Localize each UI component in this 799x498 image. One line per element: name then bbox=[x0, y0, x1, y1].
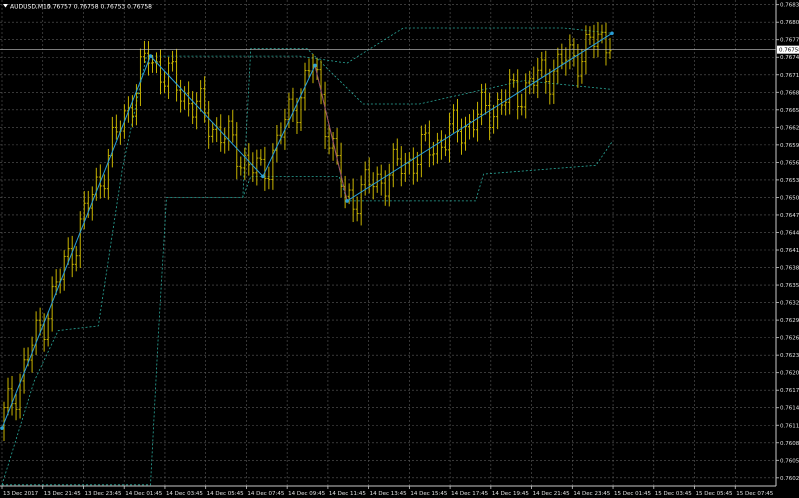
price-tick-label: 0.76205 bbox=[780, 371, 799, 377]
time-tick-label: 14 Dec 09:45 bbox=[288, 491, 325, 497]
price-tick-label: 0.76625 bbox=[780, 125, 799, 131]
time-tick-label: 14 Dec 23:45 bbox=[573, 491, 610, 497]
chart-title: AUDUSD,M15 0.76757 0.76758 0.76753 0.767… bbox=[3, 4, 152, 11]
price-tick-label: 0.76295 bbox=[780, 318, 799, 324]
price-tick-label: 0.76085 bbox=[780, 441, 799, 447]
price-tick-label: 0.76325 bbox=[780, 301, 799, 307]
time-tick-label: 14 Dec 05:45 bbox=[207, 491, 244, 497]
price-tick-label: 0.76835 bbox=[780, 3, 799, 9]
current-price-value: 0.76758 bbox=[779, 48, 799, 54]
chart-background bbox=[0, 0, 799, 498]
price-tick-label: 0.76115 bbox=[780, 423, 799, 429]
price-tick-label: 0.76565 bbox=[780, 160, 799, 166]
price-tick-label: 0.76775 bbox=[780, 38, 799, 44]
time-tick-label: 14 Dec 11:45 bbox=[329, 491, 366, 497]
price-tick-label: 0.76595 bbox=[780, 143, 799, 149]
price-tick-label: 0.76715 bbox=[780, 73, 799, 79]
zigzag-pivot-point bbox=[345, 199, 349, 203]
zigzag-pivot-point bbox=[313, 63, 317, 68]
price-tick-label: 0.76055 bbox=[780, 458, 799, 464]
price-tick-label: 0.76265 bbox=[780, 336, 799, 342]
zigzag-pivot-point bbox=[148, 54, 153, 58]
time-tick-label: 15 Dec 03:45 bbox=[655, 491, 692, 497]
price-tick-label: 0.76505 bbox=[780, 195, 799, 201]
price-tick-label: 0.76415 bbox=[780, 248, 799, 254]
time-tick-label: 14 Dec 03:45 bbox=[166, 491, 203, 497]
time-tick-label: 14 Dec 17:45 bbox=[451, 491, 488, 497]
price-tick-label: 0.76685 bbox=[780, 90, 799, 96]
price-chart[interactable]: 0.76758 0.76835 0.76805 0.76775 0.76745 0.76… bbox=[0, 0, 799, 498]
zigzag-pivot-point bbox=[0, 426, 4, 430]
zigzag-pivot-point bbox=[261, 174, 265, 179]
price-tick-label: 0.76145 bbox=[780, 406, 799, 412]
price-tick-label: 0.76235 bbox=[780, 353, 799, 359]
zigzag-pivot-point bbox=[610, 31, 614, 36]
symbol-label: AUDUSD,M15 bbox=[10, 4, 51, 11]
price-tick-label: 0.76745 bbox=[780, 55, 799, 61]
time-tick-label: 14 Dec 01:45 bbox=[125, 491, 162, 497]
time-tick-label: 14 Dec 07:45 bbox=[247, 491, 284, 497]
time-tick-label: 14 Dec 15:45 bbox=[410, 491, 447, 497]
time-tick-label: 13 Dec 23:45 bbox=[84, 491, 121, 497]
time-tick-label: 13 Dec 2017 bbox=[3, 491, 39, 497]
price-tick-label: 0.76385 bbox=[780, 266, 799, 272]
time-tick-label: 14 Dec 21:45 bbox=[533, 491, 570, 497]
price-tick-label: 0.76025 bbox=[780, 476, 799, 482]
price-tick-label: 0.76655 bbox=[780, 108, 799, 114]
time-tick-label: 15 Dec 07:45 bbox=[736, 491, 773, 497]
ohlc-label: 0.76757 0.76758 0.76753 0.76758 bbox=[47, 4, 152, 11]
time-tick-label: 14 Dec 13:45 bbox=[370, 491, 407, 497]
price-tick-label: 0.76355 bbox=[780, 283, 799, 289]
price-tick-label: 0.76535 bbox=[780, 178, 799, 184]
time-tick-label: 14 Dec 19:45 bbox=[492, 491, 529, 497]
price-tick-label: 0.76445 bbox=[780, 230, 799, 236]
price-tick-label: 0.76475 bbox=[780, 213, 799, 219]
time-tick-label: 15 Dec 01:45 bbox=[614, 491, 651, 497]
price-tick-label: 0.76175 bbox=[780, 388, 799, 394]
time-tick-label: 15 Dec 05:45 bbox=[696, 491, 733, 497]
price-tick-label: 0.76805 bbox=[780, 20, 799, 26]
time-tick-label: 13 Dec 21:45 bbox=[44, 491, 81, 497]
